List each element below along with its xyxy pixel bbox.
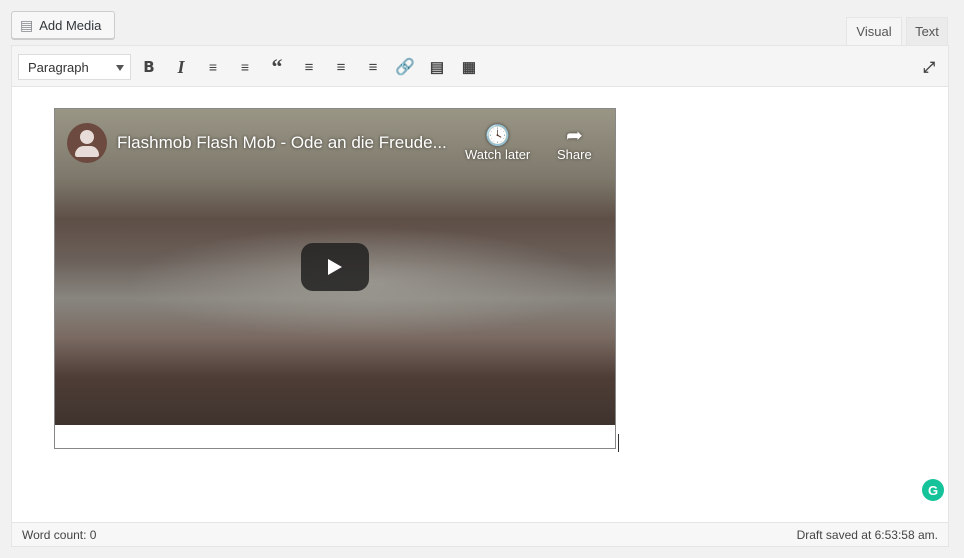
media-icon: ▤ — [20, 16, 34, 33]
italic-icon[interactable]: I — [170, 56, 192, 78]
add-media-label: Add Media — [39, 17, 102, 33]
watch-later-button[interactable]: 🕓 Watch later — [465, 123, 530, 162]
video-embed[interactable]: Flashmob Flash Mob - Ode an die Freude..… — [54, 108, 616, 449]
bold-icon[interactable]: B — [138, 56, 160, 78]
read-more-icon[interactable]: ▤ — [426, 56, 448, 78]
text-cursor — [618, 434, 619, 452]
bulleted-list-icon[interactable]: ≡ — [202, 56, 224, 78]
grammarly-icon[interactable]: G — [922, 479, 944, 501]
editor: Paragraph B I ≡ ≡ “ ≡ ≡ ≡ 🔗 ▤ ▦ ⤢ Flashm… — [11, 45, 949, 547]
chevron-down-icon — [116, 65, 124, 71]
video-player[interactable]: Flashmob Flash Mob - Ode an die Freude..… — [55, 109, 615, 425]
share-button[interactable]: ➦ Share — [557, 123, 592, 162]
fullscreen-icon[interactable]: ⤢ — [918, 56, 940, 78]
blockquote-icon[interactable]: “ — [266, 54, 288, 79]
align-right-icon[interactable]: ≡ — [362, 56, 384, 78]
add-media-button[interactable]: ▤ Add Media — [11, 11, 115, 39]
word-count: Word count: 0 — [22, 527, 97, 542]
channel-avatar-icon[interactable] — [67, 123, 107, 163]
clock-icon: 🕓 — [485, 125, 511, 147]
editor-toolbar: Paragraph B I ≡ ≡ “ ≡ ≡ ≡ 🔗 ▤ ▦ ⤢ — [12, 46, 948, 87]
play-button[interactable] — [301, 243, 369, 291]
video-title[interactable]: Flashmob Flash Mob - Ode an die Freude..… — [117, 133, 447, 153]
align-left-icon[interactable]: ≡ — [298, 56, 320, 78]
link-icon[interactable]: 🔗 — [394, 56, 416, 78]
share-icon: ➦ — [565, 125, 583, 147]
editor-content[interactable]: Flashmob Flash Mob - Ode an die Freude..… — [12, 87, 948, 523]
tab-visual[interactable]: Visual — [846, 17, 902, 45]
status-bar: Word count: 0 Draft saved at 6:53:58 am. — [12, 522, 948, 546]
draft-saved-status: Draft saved at 6:53:58 am. — [796, 527, 938, 542]
toolbar-toggle-icon[interactable]: ▦ — [458, 56, 480, 78]
format-select[interactable]: Paragraph — [18, 54, 131, 80]
tab-text[interactable]: Text — [906, 17, 948, 45]
numbered-list-icon[interactable]: ≡ — [234, 56, 256, 78]
align-center-icon[interactable]: ≡ — [330, 56, 352, 78]
